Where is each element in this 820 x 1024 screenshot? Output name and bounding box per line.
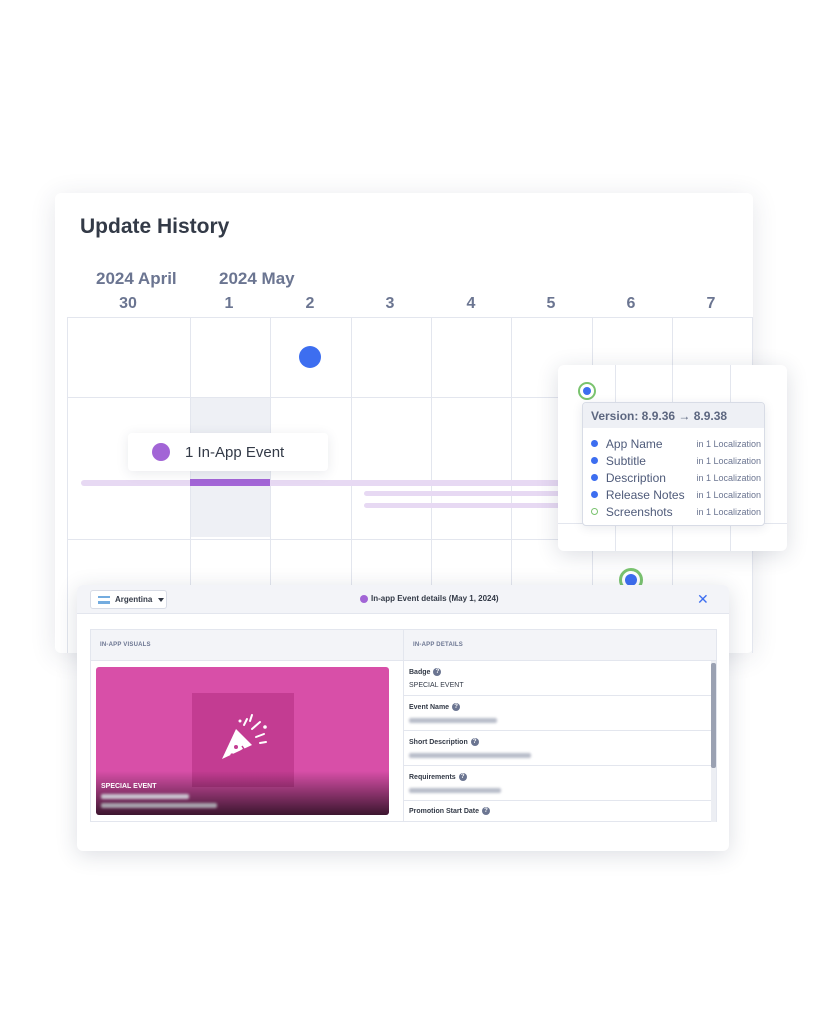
visual-badge-label: SPECIAL EVENT [101, 783, 157, 790]
day-label: 5 [546, 295, 556, 312]
day-label: 1 [224, 295, 234, 312]
detail-label: Event Name ? [409, 703, 461, 711]
column-header: IN-APP VISUALS [100, 642, 151, 648]
version-title: Version: 8.9.36 → 8.9.38 [583, 403, 764, 428]
help-icon[interactable]: ? [482, 807, 491, 815]
in-app-event-chip[interactable]: 1 In-App Event [128, 433, 328, 471]
month-label-april: 2024 April [96, 269, 177, 288]
short-description-label: Short Description [409, 738, 468, 746]
version-update-marker[interactable] [578, 382, 596, 400]
redacted-value [409, 753, 531, 758]
version-localization: in 1 Localization [696, 472, 761, 483]
scroll-thumb[interactable] [711, 663, 716, 768]
version-localization: in 1 Localization [696, 489, 761, 500]
version-localization: in 1 Localization [696, 506, 761, 517]
details-header: Argentina In-app Event details (May 1, 2… [77, 585, 729, 614]
help-icon[interactable]: ? [452, 703, 461, 711]
version-row: Release Notes in 1 Localization [591, 486, 761, 503]
country-selector[interactable]: Argentina [90, 590, 167, 609]
detail-row-event-name: Event Name ? [404, 696, 711, 731]
page-title: Update History [80, 215, 230, 238]
version-localization: in 1 Localization [696, 438, 761, 449]
event-dot-icon [360, 594, 368, 603]
redacted-value [409, 788, 501, 793]
detail-label: Badge ? [409, 668, 442, 676]
detail-value: SPECIAL EVENT [409, 682, 464, 689]
detail-label: Requirements ? [409, 773, 467, 781]
promotion-start-label: Promotion Start Date [409, 807, 480, 815]
filled-dot-icon [591, 491, 598, 498]
event-track-active[interactable] [190, 479, 270, 486]
app-update-marker[interactable] [299, 346, 321, 368]
version-field: Screenshots [605, 504, 673, 519]
details-scrollbar[interactable] [711, 661, 716, 822]
day-label: 6 [626, 295, 636, 312]
version-field: Release Notes [605, 487, 685, 502]
help-icon[interactable]: ? [470, 738, 479, 746]
detail-row-requirements: Requirements ? [404, 766, 711, 801]
hollow-dot-icon [591, 508, 598, 515]
detail-label: Promotion Start Date ? [409, 807, 491, 815]
day-label: 3 [385, 295, 395, 312]
column-header: IN-APP DETAILS [413, 642, 463, 648]
version-row: Subtitle in 1 Localization [591, 452, 761, 469]
details-title-text: In-app Event details (May 1, 2024) [371, 594, 499, 603]
redacted-value [409, 718, 497, 723]
version-tooltip: Version: 8.9.36 → 8.9.38 App Name in 1 L… [582, 402, 765, 526]
event-details-panel: Argentina In-app Event details (May 1, 2… [77, 585, 729, 851]
detail-label: Short Description ? [409, 738, 479, 746]
filled-dot-icon [591, 457, 598, 464]
details-title: In-app Event details (May 1, 2024) [360, 594, 499, 603]
version-field: Description [605, 470, 666, 485]
close-icon[interactable]: ✕ [697, 591, 709, 608]
badge-label: Badge [409, 668, 431, 676]
day-label: 30 [119, 295, 137, 312]
argentina-flag-icon [98, 595, 110, 604]
event-dot-icon [152, 443, 170, 461]
version-field: Subtitle [605, 453, 646, 468]
version-field: App Name [605, 436, 663, 451]
version-row: Screenshots in 1 Localization [591, 503, 761, 520]
version-popup-card: Version: 8.9.36 → 8.9.38 App Name in 1 L… [558, 365, 787, 551]
caret-down-icon [158, 597, 165, 602]
event-name-label: Event Name [409, 703, 450, 711]
requirements-label: Requirements [409, 773, 456, 781]
in-app-event-label: 1 In-App Event [185, 443, 285, 461]
help-icon[interactable]: ? [433, 668, 442, 676]
day-label: 2 [305, 295, 315, 312]
version-localization: in 1 Localization [696, 455, 761, 466]
version-row: Description in 1 Localization [591, 469, 761, 486]
version-row: App Name in 1 Localization [591, 435, 761, 452]
filled-dot-icon [591, 440, 598, 447]
day-label: 7 [706, 295, 716, 312]
in-app-visual-image: SPECIAL EVENT [96, 667, 389, 815]
day-label: 4 [466, 295, 476, 312]
details-table: IN-APP VISUALS IN-APP DETAILS SPECIAL EV… [90, 629, 717, 822]
detail-row-promotion-start: Promotion Start Date ? [404, 801, 711, 821]
detail-row-short-description: Short Description ? [404, 731, 711, 766]
filled-dot-icon [591, 474, 598, 481]
month-label-may: 2024 May [219, 269, 295, 288]
country-label: Argentina [115, 595, 153, 604]
detail-row-badge: Badge ? SPECIAL EVENT [404, 661, 711, 696]
help-icon[interactable]: ? [458, 773, 467, 781]
